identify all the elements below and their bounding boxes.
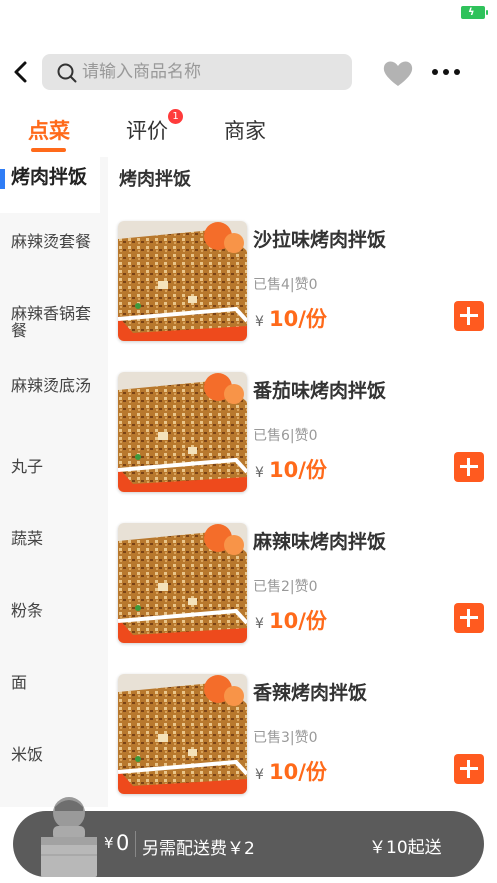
- product-card[interactable]: 番茄味烤肉拌饭 已售6|赞0 ¥ 10/份: [108, 372, 497, 494]
- product-sales: 已售4|赞0: [253, 277, 318, 293]
- product-price-wrap: ¥ 10/份: [255, 756, 327, 786]
- currency-symbol: ¥: [255, 465, 264, 481]
- product-price-wrap: ¥ 10/份: [255, 605, 327, 635]
- product-card[interactable]: 麻辣味烤肉拌饭 已售2|赞0 ¥ 10/份: [108, 523, 497, 645]
- sidebar-item-vermicelli[interactable]: 粉条: [0, 602, 100, 619]
- product-price: 10/份: [269, 609, 327, 633]
- product-price: 10/份: [269, 458, 327, 482]
- status-bar: ϟ: [0, 0, 497, 26]
- search-box[interactable]: [42, 54, 352, 90]
- search-input[interactable]: [82, 54, 342, 90]
- minimum-order-button[interactable]: ￥10起送: [369, 833, 442, 858]
- sidebar-item-meatballs[interactable]: 丸子: [0, 458, 100, 475]
- product-price-wrap: ¥ 10/份: [255, 454, 327, 484]
- currency-symbol: ¥: [255, 314, 264, 330]
- cart-bar[interactable]: ¥ 0 另需配送费￥2 ￥10起送: [13, 797, 484, 877]
- heart-icon[interactable]: [382, 59, 414, 87]
- section-title: 烤肉拌饭: [119, 169, 191, 190]
- currency-symbol: ¥: [255, 767, 264, 783]
- category-sidebar: 烤肉拌饭 麻辣烫套餐 麻辣香锅套餐 麻辣烫底汤 丸子 蔬菜 粉条 面 米饭: [0, 157, 108, 807]
- product-price: 10/份: [269, 760, 327, 784]
- tab-reviews[interactable]: 评价: [126, 115, 168, 145]
- header: [0, 50, 497, 94]
- product-name: 麻辣味烤肉拌饭: [253, 531, 387, 553]
- back-icon[interactable]: [6, 56, 36, 88]
- product-sales: 已售3|赞0: [253, 730, 318, 746]
- tab-bar: 点菜 评价 1 商家: [0, 105, 497, 155]
- delivery-fee: 另需配送费￥2: [142, 839, 255, 859]
- product-name: 沙拉味烤肉拌饭: [253, 229, 387, 251]
- search-icon: [57, 63, 77, 83]
- active-tab-indicator: [31, 148, 66, 152]
- sidebar-item-mala-pot-set[interactable]: 麻辣香锅套餐: [0, 305, 100, 339]
- product-sales: 已售2|赞0: [253, 579, 318, 595]
- battery-icon: ϟ: [461, 6, 488, 19]
- cart-divider: [135, 831, 136, 857]
- tab-merchant[interactable]: 商家: [224, 115, 266, 145]
- product-image[interactable]: [118, 221, 247, 341]
- sidebar-item-grilled-meat-rice[interactable]: 烤肉拌饭: [0, 157, 100, 213]
- sidebar-item-malatang-soup[interactable]: 麻辣烫底汤: [0, 377, 100, 394]
- product-image[interactable]: [118, 523, 247, 643]
- cart-avatar-icon[interactable]: [33, 793, 105, 877]
- product-price-wrap: ¥ 10/份: [255, 303, 327, 333]
- sidebar-item-noodles[interactable]: 面: [0, 674, 100, 691]
- product-name: 番茄味烤肉拌饭: [253, 380, 387, 402]
- add-to-cart-button[interactable]: [454, 301, 484, 331]
- product-list: 烤肉拌饭 沙拉味烤肉拌饭 已售4|赞0 ¥ 10/份 番茄味烤肉拌饭 已售6|赞…: [108, 157, 497, 807]
- add-to-cart-button[interactable]: [454, 452, 484, 482]
- sidebar-item-malatang-set[interactable]: 麻辣烫套餐: [0, 233, 100, 250]
- add-to-cart-button[interactable]: [454, 603, 484, 633]
- reviews-badge: 1: [168, 109, 183, 124]
- cart-currency: ¥: [104, 834, 114, 852]
- product-sales: 已售6|赞0: [253, 428, 318, 444]
- product-card[interactable]: 沙拉味烤肉拌饭 已售4|赞0 ¥ 10/份: [108, 221, 497, 343]
- sidebar-item-vegetables[interactable]: 蔬菜: [0, 530, 100, 547]
- more-icon[interactable]: [430, 64, 462, 80]
- product-card[interactable]: 香辣烤肉拌饭 已售3|赞0 ¥ 10/份: [108, 674, 497, 796]
- sidebar-item-rice[interactable]: 米饭: [0, 746, 100, 763]
- cart-total: 0: [116, 831, 130, 855]
- tab-order[interactable]: 点菜: [28, 115, 70, 145]
- product-name: 香辣烤肉拌饭: [253, 682, 368, 704]
- product-price: 10/份: [269, 307, 327, 331]
- currency-symbol: ¥: [255, 616, 264, 632]
- product-image[interactable]: [118, 674, 247, 794]
- add-to-cart-button[interactable]: [454, 754, 484, 784]
- product-image[interactable]: [118, 372, 247, 492]
